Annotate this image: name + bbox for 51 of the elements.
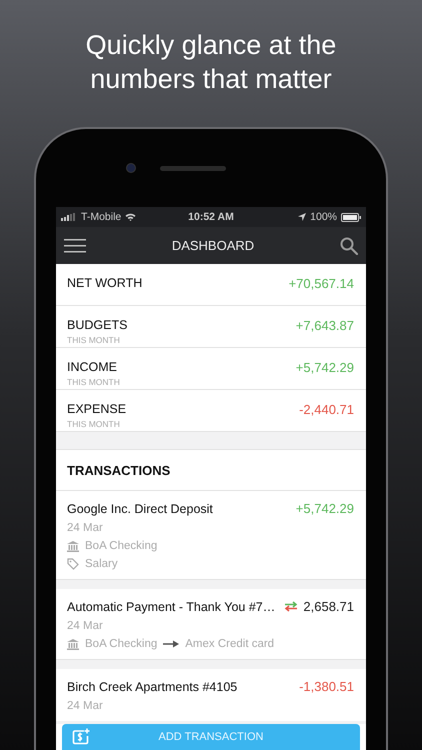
add-money-icon	[72, 728, 90, 746]
summary-row[interactable]: INCOME THIS MONTH +5,742.29	[56, 348, 366, 390]
camera-icon	[126, 163, 136, 173]
section-title: TRANSACTIONS	[67, 462, 170, 478]
transaction-date: 24 Mar	[67, 522, 104, 534]
transaction-name: Birch Creek Apartments #4105	[67, 680, 238, 694]
transaction-name: Automatic Payment - Thank You #7…	[67, 600, 276, 614]
speaker-grille	[160, 166, 226, 170]
headline: Quickly glance at the numbers that matter	[84, 29, 338, 96]
bank-icon	[67, 638, 79, 650]
transaction-amount: 2,658.71	[303, 599, 354, 614]
screen-title: DASHBOARD	[172, 238, 254, 253]
battery-percent: 100%	[310, 211, 337, 223]
carrier-name: T-Mobile	[81, 211, 122, 223]
summary-amount: +5,742.29	[296, 360, 354, 375]
transaction-amount: +5,742.29	[296, 501, 354, 516]
summary-amount: +7,643.87	[296, 318, 354, 333]
transaction-row[interactable]: Automatic Payment - Thank You #7… 2,658.71 24 Mar BoA Checking Amex Credit card	[56, 589, 366, 660]
transaction-name: Google Inc. Direct Deposit	[67, 502, 213, 516]
summary-amount: -2,440.71	[299, 402, 354, 417]
summary-period: THIS MONTH	[67, 377, 120, 387]
tag-icon	[67, 558, 79, 570]
summary-label: EXPENSE	[67, 402, 126, 416]
summary-amount: +70,567.14	[288, 276, 354, 291]
summary-period: THIS MONTH	[67, 335, 121, 345]
bank-icon	[67, 540, 79, 552]
summary-label: BUDGETS	[67, 318, 128, 332]
transaction-row[interactable]: Birch Creek Apartments #4105 -1,380.51 24 Mar	[56, 669, 366, 721]
menu-icon[interactable]	[64, 238, 86, 254]
status-time: 10:52 AM	[188, 211, 234, 223]
account-name: BoA Checking	[85, 540, 158, 552]
category-tag: Salary	[85, 558, 118, 570]
summary-label: NET WORTH	[67, 276, 142, 290]
location-icon	[298, 213, 306, 221]
transaction-row[interactable]: Google Inc. Direct Deposit +5,742.29 24 Mar BoA Checking Salary	[56, 491, 366, 580]
wifi-icon	[125, 213, 136, 221]
summary-label: INCOME	[67, 360, 118, 374]
transaction-date: 24 Mar	[67, 700, 104, 712]
battery-icon	[341, 212, 361, 222]
arrow-icon	[163, 640, 180, 648]
summary-row[interactable]: EXPENSE THIS MONTH -2,440.71	[56, 390, 366, 432]
account-name: Amex Credit card	[185, 638, 274, 650]
search-icon[interactable]	[340, 236, 358, 254]
transaction-amount: -1,380.51	[299, 679, 354, 694]
signal-icon	[61, 213, 77, 221]
account-name: BoA Checking	[85, 638, 158, 650]
summary-row[interactable]: NET WORTH +70,567.14	[56, 264, 366, 306]
summary-row[interactable]: BUDGETS THIS MONTH +7,643.87	[56, 306, 366, 348]
transaction-date: 24 Mar	[67, 620, 104, 632]
summary-period: THIS MONTH	[67, 419, 121, 429]
transfer-icon	[284, 601, 298, 612]
